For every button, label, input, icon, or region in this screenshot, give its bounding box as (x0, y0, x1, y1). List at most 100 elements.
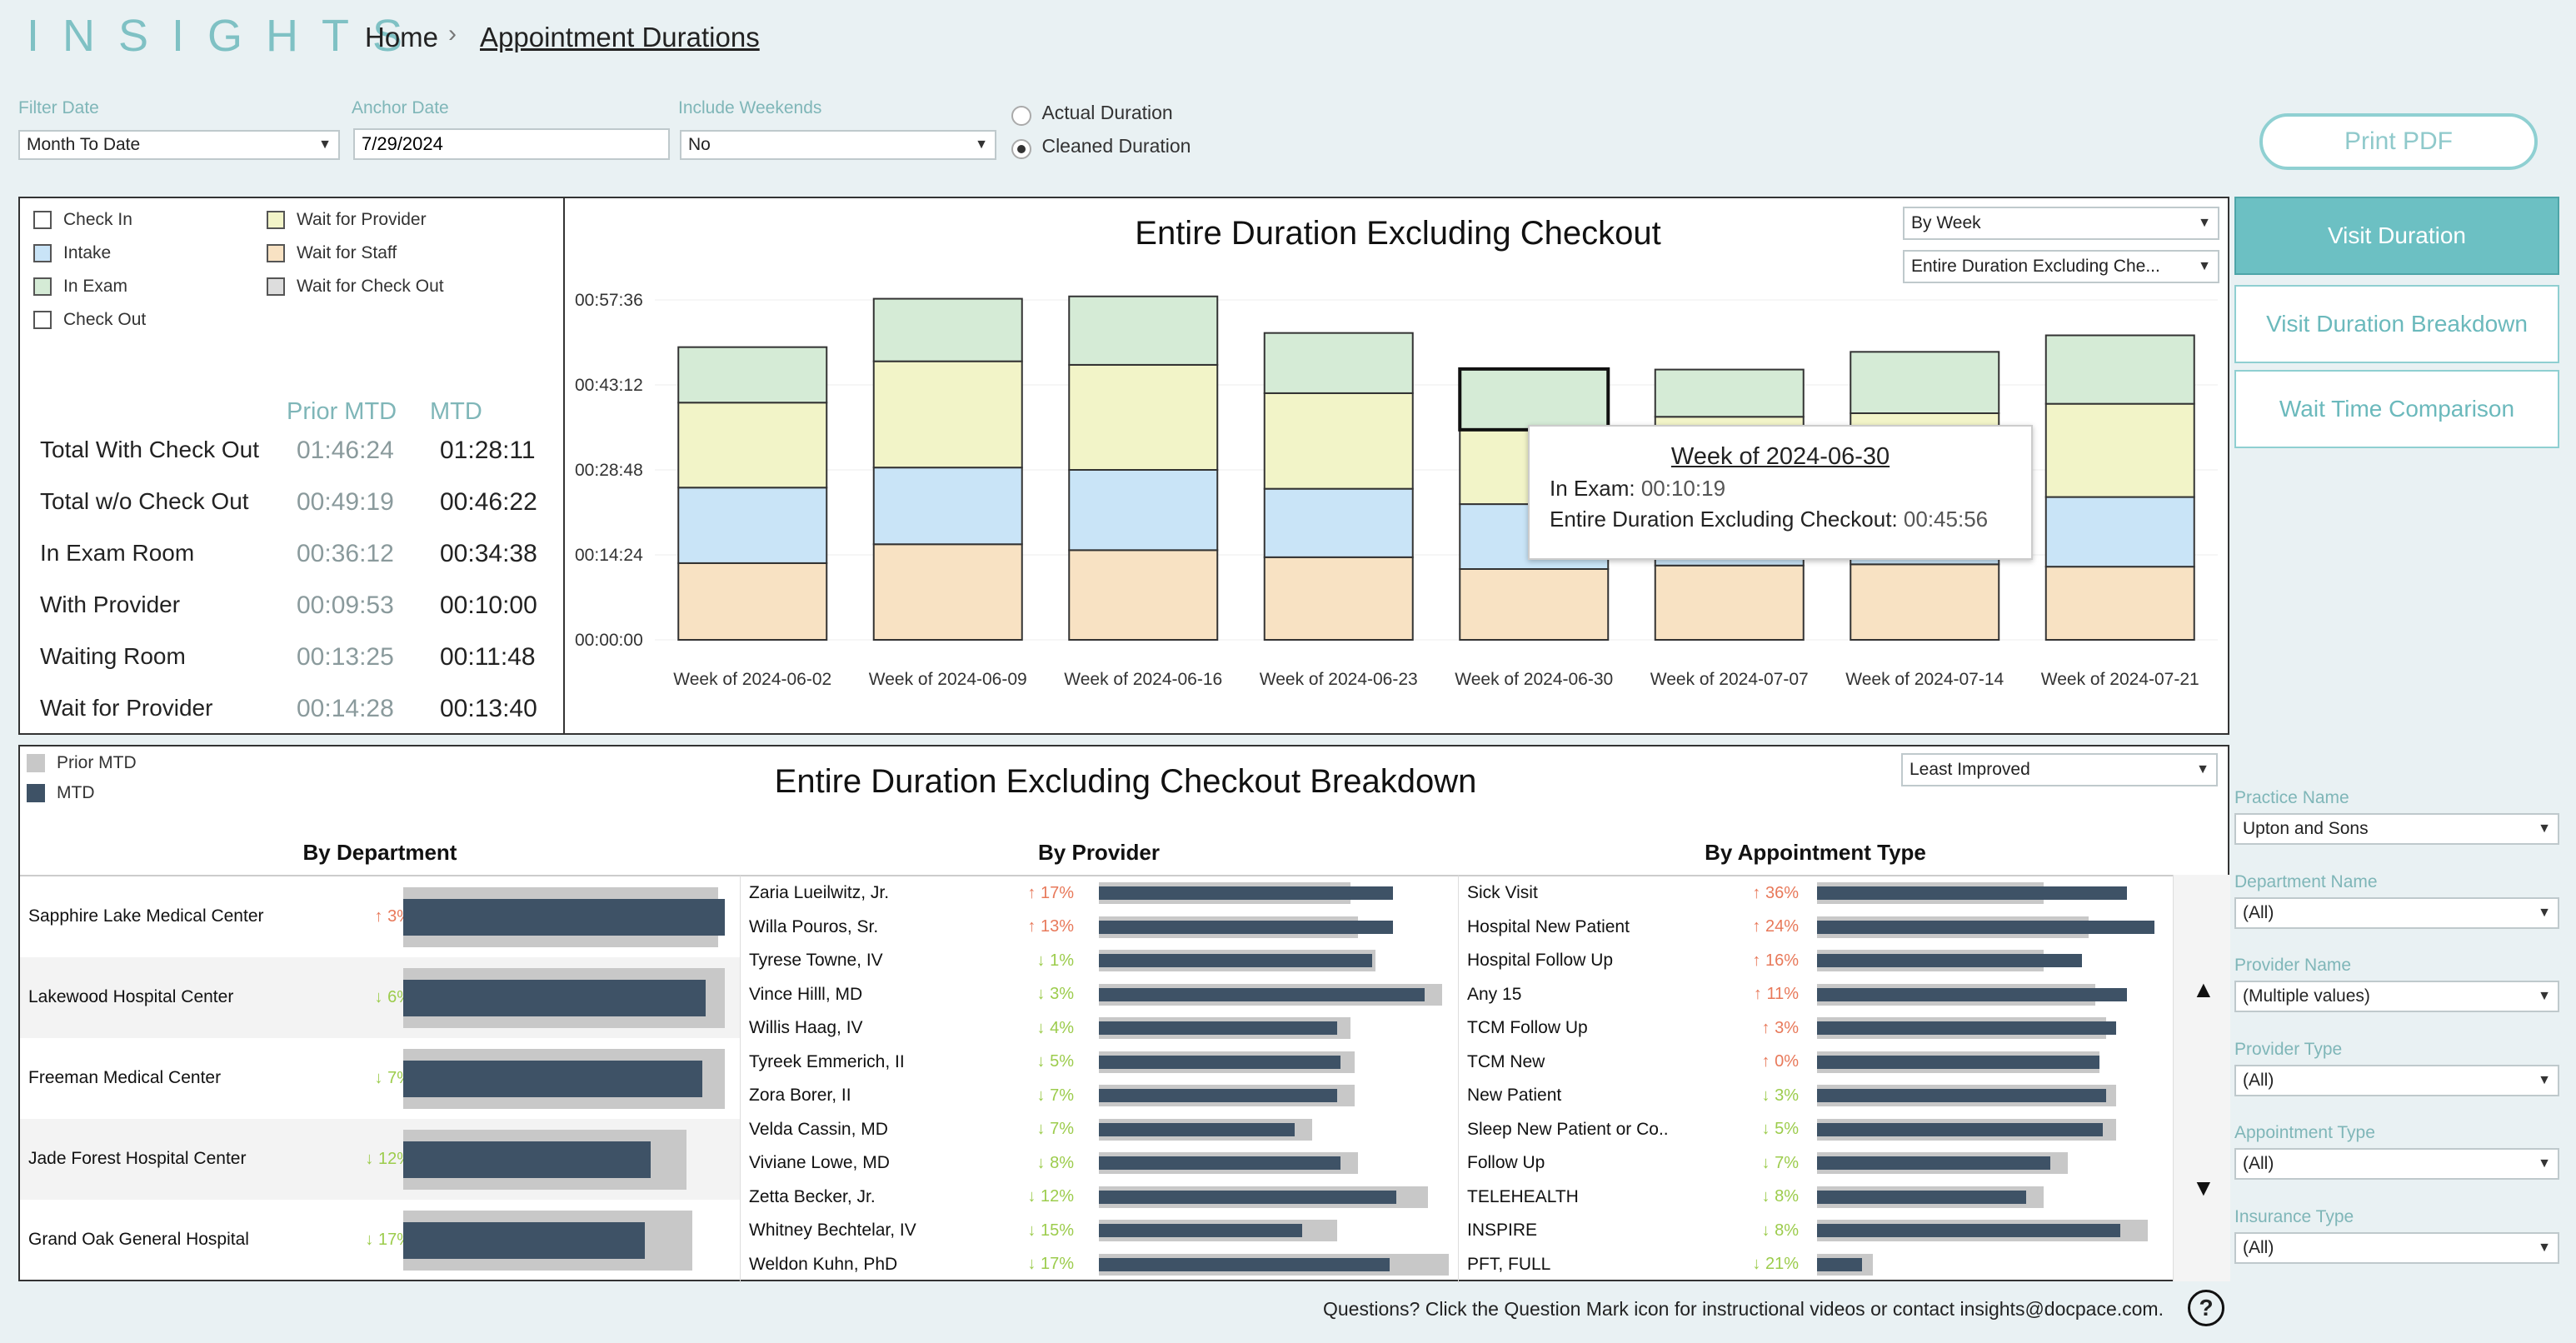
footer-help-text: Questions? Click the Question Mark icon … (1323, 1298, 2164, 1320)
legend-label: In Exam (63, 277, 128, 296)
mtd-bar (1099, 920, 1393, 934)
actual-duration-radio[interactable]: Actual Duration (1011, 102, 1173, 126)
breakdown-row[interactable]: PFT, FULL ↓ 21% (1459, 1248, 2174, 1282)
chevron-down-icon: ▼ (2538, 1156, 2551, 1171)
sidebar-filter-select[interactable]: (Multiple values) ▼ (2234, 981, 2559, 1012)
decrease-percent: ↓ 17% (365, 1231, 412, 1249)
breakdown-row[interactable]: INSPIRE ↓ 8% (1459, 1214, 2174, 1248)
breakdown-row[interactable]: Sleep New Patient or Co.. ↓ 5% (1459, 1113, 2174, 1147)
breakdown-row[interactable]: Zaria Lueilwitz, Jr. ↑ 17% (741, 876, 1459, 911)
breakdown-row[interactable]: TCM New ↑ 0% (1459, 1046, 2174, 1080)
breakdown-row[interactable]: Willis Haag, IV ↓ 4% (741, 1011, 1459, 1046)
breakdown-row[interactable]: Hospital New Patient ↑ 24% (1459, 911, 2174, 945)
row-name: New Patient (1467, 1086, 1562, 1106)
breakdown-row[interactable]: Follow Up ↓ 7% (1459, 1146, 2174, 1181)
breakdown-row[interactable]: Lakewood Hospital Center ↓ 6% (20, 957, 740, 1038)
visit-duration-breakdown-button[interactable]: Visit Duration Breakdown (2234, 285, 2559, 363)
breakdown-row[interactable]: Sapphire Lake Medical Center ↑ 3% (20, 876, 740, 957)
breakdown-row[interactable]: Zora Borer, II ↓ 7% (741, 1079, 1459, 1113)
stat-mtd-value: 00:13:40 (440, 695, 537, 722)
breakdown-row[interactable]: Jade Forest Hospital Center ↓ 12% (20, 1119, 740, 1200)
sort-select[interactable]: Least Improved ▼ (1901, 753, 2218, 786)
x-tick-label: Week of 2024-07-07 (1650, 670, 1809, 689)
by-appointment-type-title: By Appointment Type (1705, 840, 1926, 865)
breakdown-row[interactable]: Hospital Follow Up ↑ 16% (1459, 944, 2174, 978)
sidebar-filter-select[interactable]: (All) ▼ (2234, 1064, 2559, 1096)
bar-segment (1068, 549, 1219, 642)
legend-swatch (267, 244, 285, 262)
cleaned-duration-radio[interactable]: Cleaned Duration (1011, 135, 1191, 159)
breakdown-row[interactable]: Tyreek Emmerich, II ↓ 5% (741, 1046, 1459, 1080)
anchor-date-label: Anchor Date (352, 98, 449, 117)
visit-duration-button[interactable]: Visit Duration (2234, 197, 2559, 275)
decrease-percent: ↓ 3% (1761, 1086, 1799, 1105)
mtd-bar (1817, 1257, 1863, 1271)
wait-time-comparison-button[interactable]: Wait Time Comparison (2234, 370, 2559, 448)
sidebar-filter-label: Appointment Type (2234, 1123, 2375, 1142)
filter-date-select[interactable]: Month To Date ▼ (18, 130, 340, 160)
breadcrumb-current[interactable]: Appointment Durations (480, 22, 760, 53)
sidebar-filter-value: (All) (2243, 1154, 2274, 1173)
legend-item: Intake (33, 243, 267, 263)
breakdown-row[interactable]: Vince Hilll, MD ↓ 3% (741, 978, 1459, 1012)
row-name: PFT, FULL (1467, 1254, 1551, 1274)
breakdown-row[interactable]: Viviane Lowe, MD ↓ 8% (741, 1146, 1459, 1181)
increase-percent: ↑ 24% (1752, 917, 1799, 936)
row-name: Zora Borer, II (749, 1086, 851, 1106)
legend-label: Intake (63, 243, 112, 262)
help-question-icon[interactable]: ? (2188, 1290, 2224, 1326)
legend-item: Wait for Staff (267, 243, 533, 263)
filter-date-label: Filter Date (18, 98, 99, 117)
breakdown-row[interactable]: Zetta Becker, Jr. ↓ 12% (741, 1181, 1459, 1215)
scroll-down-icon[interactable]: ▼ (2192, 1175, 2215, 1201)
breakdown-row[interactable]: Any 15 ↑ 11% (1459, 978, 2174, 1012)
print-pdf-button[interactable]: Print PDF (2259, 113, 2538, 170)
stat-prior-value: 00:49:19 (297, 488, 394, 516)
bar-segment (1068, 295, 1219, 366)
mtd-bar (403, 898, 725, 936)
chart-tooltip: Week of 2024-06-30 In Exam: 00:10:19 Ent… (1528, 425, 2033, 560)
sidebar-filter-select[interactable]: (All) ▼ (2234, 896, 2559, 929)
breakdown-row[interactable]: Whitney Bechtelar, IV ↓ 15% (741, 1214, 1459, 1248)
mtd-bar (1099, 1055, 1340, 1069)
y-tick-label: 00:57:36 (575, 291, 643, 310)
breakdown-row[interactable]: TELEHEALTH ↓ 8% (1459, 1181, 2174, 1215)
row-name: TCM Follow Up (1467, 1018, 1588, 1038)
stat-label: Waiting Room (40, 643, 186, 669)
breakdown-row[interactable]: Freeman Medical Center ↓ 7% (20, 1038, 740, 1119)
sidebar-filter-select[interactable]: (All) ▼ (2234, 1231, 2559, 1264)
mtd-bar (1817, 920, 2155, 934)
row-name: INSPIRE (1467, 1221, 1538, 1241)
tooltip-total: Entire Duration Excluding Checkout: 00:4… (1550, 507, 2011, 532)
legend-label: Wait for Staff (297, 243, 397, 262)
sidebar-filter-label: Insurance Type (2234, 1206, 2354, 1226)
sidebar-filter-select[interactable]: Upton and Sons ▼ (2234, 813, 2559, 845)
breakdown-row[interactable]: Velda Cassin, MD ↓ 7% (741, 1113, 1459, 1147)
row-name: Grand Oak General Hospital (28, 1230, 249, 1250)
granularity-select[interactable]: By Week ▼ (1903, 207, 2219, 240)
breakdown-row[interactable]: Tyrese Towne, IV ↓ 1% (741, 944, 1459, 978)
breakdown-scrollbar[interactable]: ▲ ▼ (2173, 875, 2230, 1281)
sidebar-filter-select[interactable]: (All) ▼ (2234, 1148, 2559, 1180)
by-department-title: By Department (302, 840, 457, 865)
stat-prior-value: 01:46:24 (297, 437, 394, 464)
row-name: Vince Hilll, MD (749, 984, 863, 1004)
breakdown-row[interactable]: Weldon Kuhn, PhD ↓ 17% (741, 1248, 1459, 1282)
stat-mtd-value: 01:28:11 (440, 437, 536, 464)
breakdown-row[interactable]: Sick Visit ↑ 36% (1459, 876, 2174, 911)
breakdown-row[interactable]: Willa Pouros, Sr. ↑ 13% (741, 911, 1459, 945)
breakdown-row[interactable]: TCM Follow Up ↑ 3% (1459, 1011, 2174, 1046)
mtd-bar (403, 1060, 702, 1097)
tooltip-in-exam: In Exam: 00:10:19 (1550, 476, 2011, 502)
scroll-up-icon[interactable]: ▲ (2192, 976, 2215, 1003)
decrease-percent: ↓ 3% (1036, 985, 1074, 1004)
anchor-date-input[interactable] (353, 128, 670, 160)
include-weekends-select[interactable]: No ▼ (680, 130, 996, 160)
stat-row: Waiting Room 00:13:25 00:11:48 (30, 643, 563, 695)
increase-percent: ↑ 3% (1761, 1018, 1799, 1037)
breakdown-row[interactable]: Grand Oak General Hospital ↓ 17% (20, 1200, 740, 1281)
measure-select[interactable]: Entire Duration Excluding Che... ▼ (1903, 250, 2219, 283)
breadcrumb-home[interactable]: Home (365, 22, 438, 53)
breakdown-row[interactable]: New Patient ↓ 3% (1459, 1079, 2174, 1113)
mtd-bar (1099, 1021, 1337, 1036)
